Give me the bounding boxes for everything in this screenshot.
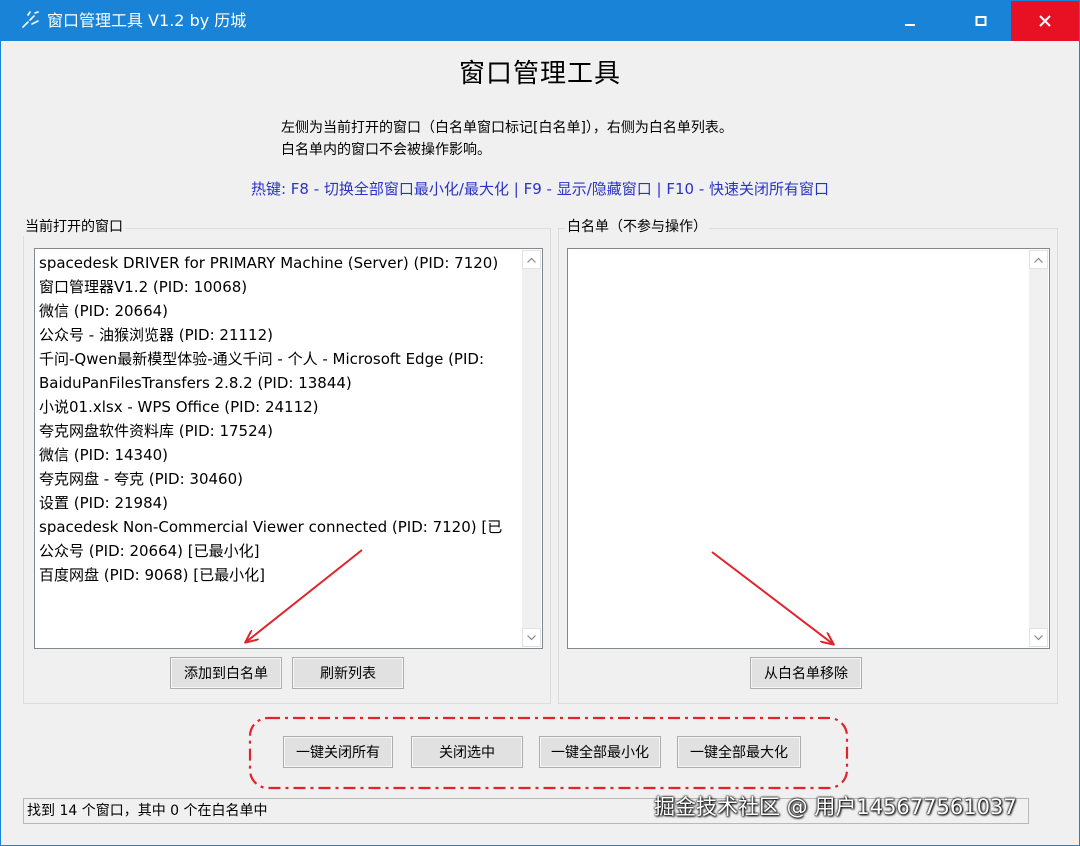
open-windows-label: 当前打开的窗口 [23, 218, 125, 236]
chevron-down-icon [1034, 634, 1043, 640]
add-to-whitelist-button[interactable]: 添加到白名单 [170, 657, 282, 689]
scroll-down-button[interactable] [522, 628, 541, 647]
scroll-up-button[interactable] [1029, 250, 1048, 269]
list-item[interactable]: 窗口管理器V1.2 (PID: 10068) [37, 275, 522, 299]
list-item[interactable]: spacedesk Non-Commercial Viewer connecte… [37, 515, 522, 539]
minimize-icon [905, 24, 915, 26]
list-item[interactable]: 微信 (PID: 14340) [37, 443, 522, 467]
chevron-up-icon [527, 257, 536, 263]
open-windows-items: spacedesk DRIVER for PRIMARY Machine (Se… [37, 251, 522, 646]
whitelist-items [570, 251, 1029, 646]
title-bar[interactable]: 窗口管理工具 V1.2 by 历城 [1, 1, 1079, 41]
list-item[interactable]: 微信 (PID: 20664) [37, 299, 522, 323]
app-icon [22, 11, 39, 28]
list-item[interactable]: 公众号 (PID: 20664) [已最小化] [37, 539, 522, 563]
scroll-down-button[interactable] [1029, 628, 1048, 647]
status-text: 找到 14 个窗口，其中 0 个在白名单中 [27, 803, 268, 819]
description-line-2: 白名单内的窗口不会被操作影响。 [281, 142, 491, 158]
window-title: 窗口管理工具 V1.2 by 历城 [47, 11, 247, 30]
maximize-icon [975, 16, 987, 26]
open-windows-scrollbar[interactable] [522, 250, 541, 647]
app-window: 窗口管理工具 V1.2 by 历城 窗口管理工具 左侧为当前打开的窗口（白名单窗… [0, 0, 1080, 846]
list-item[interactable]: spacedesk DRIVER for PRIMARY Machine (Se… [37, 251, 522, 275]
list-item[interactable]: 夸克网盘软件资料库 (PID: 17524) [37, 419, 522, 443]
hotkey-info: 热键: F8 - 切换全部窗口最小化/最大化 | F9 - 显示/隐藏窗口 | … [250, 180, 830, 198]
list-item[interactable]: 百度网盘 (PID: 9068) [已最小化] [37, 563, 522, 587]
list-item[interactable]: 公众号 - 油猴浏览器 (PID: 21112) [37, 323, 522, 347]
close-icon [1039, 15, 1051, 27]
minimize-button[interactable] [887, 1, 933, 41]
minimize-all-button[interactable]: 一键全部最小化 [539, 736, 661, 768]
list-item[interactable]: 千问-Qwen最新模型体验-通义千问 - 个人 - Microsoft Edge… [37, 347, 522, 371]
list-item[interactable]: BaiduPanFilesTransfers 2.8.2 (PID: 13844… [37, 371, 522, 395]
description-line-1: 左侧为当前打开的窗口（白名单窗口标记[白名单]），右侧为白名单列表。 [281, 120, 733, 136]
chevron-up-icon [1034, 257, 1043, 263]
maximize-all-button[interactable]: 一键全部最大化 [677, 736, 801, 768]
close-all-button[interactable]: 一键关闭所有 [283, 736, 393, 768]
refresh-list-button[interactable]: 刷新列表 [292, 657, 404, 689]
close-selected-button[interactable]: 关闭选中 [411, 736, 523, 768]
list-item[interactable]: 夸克网盘 - 夸克 (PID: 30460) [37, 467, 522, 491]
chevron-down-icon [527, 634, 536, 640]
page-title: 窗口管理工具 [458, 59, 621, 89]
maximize-button[interactable] [958, 1, 1004, 41]
list-item[interactable]: 小说01.xlsx - WPS Office (PID: 24112) [37, 395, 522, 419]
scroll-up-button[interactable] [522, 250, 541, 269]
close-button[interactable] [1011, 1, 1079, 41]
watermark: 掘金技术社区 @ 用户145677561037 [654, 795, 1017, 819]
open-windows-list[interactable]: spacedesk DRIVER for PRIMARY Machine (Se… [34, 248, 543, 649]
whitelist-scrollbar[interactable] [1029, 250, 1048, 647]
remove-from-whitelist-button[interactable]: 从白名单移除 [750, 657, 862, 689]
whitelist-label: 白名单（不参与操作） [565, 218, 709, 236]
whitelist-list[interactable] [567, 248, 1050, 649]
list-item[interactable]: 设置 (PID: 21984) [37, 491, 522, 515]
